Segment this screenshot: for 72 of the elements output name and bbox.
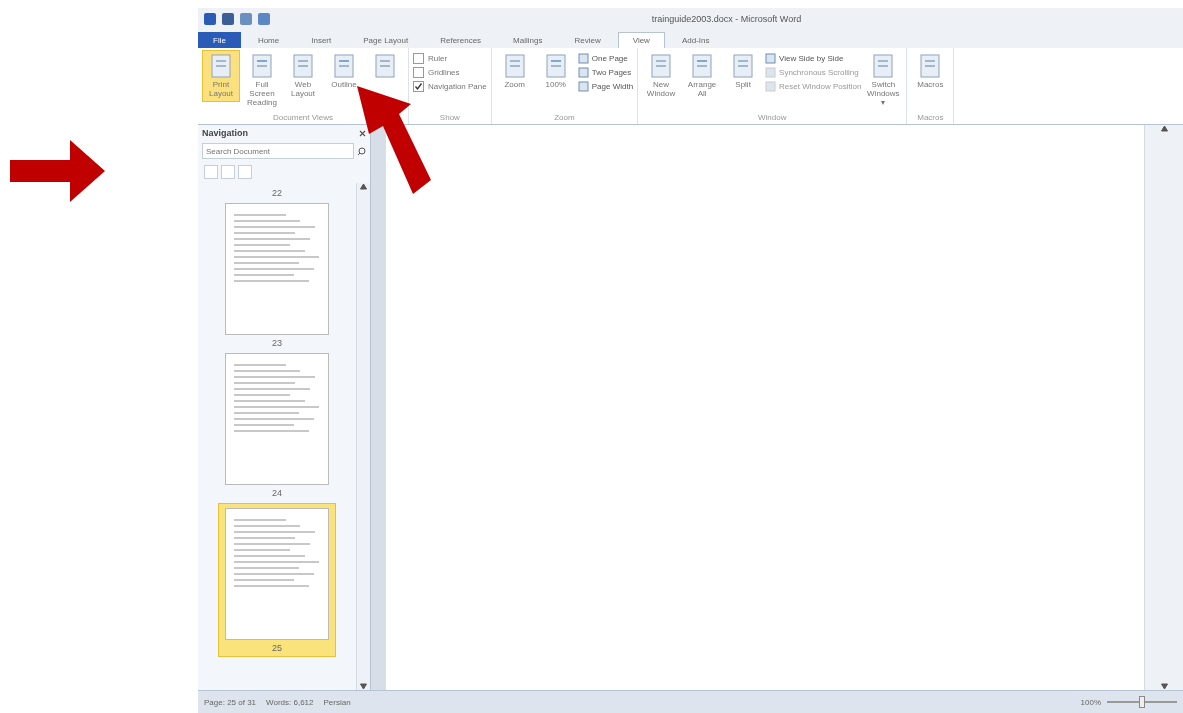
page-number: 24 [272, 487, 282, 500]
pages-view-button[interactable] [221, 165, 235, 179]
checkbox-option[interactable]: Ruler [413, 53, 487, 64]
checkbox[interactable] [413, 67, 424, 78]
ribbon-button[interactable]: Split [724, 50, 763, 93]
ribbon-tab[interactable]: Mailings [498, 32, 558, 48]
window-icon [577, 81, 589, 92]
ribbon-button[interactable]: Zoom [495, 50, 534, 93]
ribbon-tab[interactable]: File [198, 32, 241, 48]
ribbon-button[interactable]: Macros [911, 50, 950, 93]
ribbon-button[interactable]: Outline [325, 50, 363, 93]
ribbon-tab[interactable]: Insert [296, 32, 347, 48]
ribbon-button[interactable]: 100% [536, 50, 575, 93]
ribbon-tab[interactable]: View [617, 32, 665, 48]
checkbox-label: Gridlines [428, 68, 460, 77]
page-number: 23 [272, 337, 282, 350]
page-icon [372, 53, 398, 79]
scroll-up-icon[interactable] [360, 183, 367, 190]
window-icon [577, 53, 589, 64]
ribbon-small-button[interactable]: Two Pages [577, 67, 634, 78]
ribbon-button[interactable]: New Window [642, 50, 681, 102]
group-label: Zoom [553, 113, 576, 124]
page-thumbnail[interactable]: 25 [218, 503, 336, 657]
ribbon-tab[interactable]: Review [559, 32, 616, 48]
window-icon [577, 67, 589, 78]
checkbox-option[interactable]: Gridlines [413, 67, 487, 78]
close-icon[interactable] [359, 129, 366, 137]
zoom-slider[interactable] [1107, 696, 1177, 708]
ribbon-tab[interactable]: Add-Ins [666, 32, 725, 48]
ribbon-tab[interactable]: References [425, 32, 497, 48]
page-number: 22 [272, 187, 282, 200]
group-label: Show [438, 113, 461, 124]
page-icon [331, 53, 357, 79]
ribbon-small-button[interactable]: View Side by Side [765, 53, 862, 64]
page-icon [290, 53, 316, 79]
scrollbar[interactable] [1144, 125, 1183, 690]
group-label: Document Views [272, 113, 334, 124]
ribbon-small-button[interactable]: One Page [577, 53, 634, 64]
page-icon [208, 53, 234, 79]
checkbox-option[interactable]: Navigation Pane [413, 81, 487, 92]
ribbon-small-button[interactable]: Page Width [577, 81, 634, 92]
group-label: Window [757, 113, 788, 124]
ribbon-button[interactable]: Full Screen Reading [243, 50, 281, 111]
ribbon-button[interactable]: Web Layout [284, 50, 322, 102]
pane-title: Navigation [202, 128, 248, 138]
ribbon-button[interactable]: Arrange All [683, 50, 722, 102]
arrow-icon [10, 140, 105, 202]
search-icon[interactable] [357, 146, 366, 156]
ribbon-button[interactable]: Switch Windows ▾ [864, 50, 903, 111]
headings-view-button[interactable] [204, 165, 218, 179]
checkbox[interactable] [413, 53, 424, 64]
page-icon [249, 53, 275, 79]
zoom-level[interactable]: 100% [1080, 697, 1101, 707]
ribbon-tab[interactable]: Page Layout [348, 32, 424, 48]
results-view-button[interactable] [238, 165, 252, 179]
scrollbar[interactable] [356, 183, 370, 690]
search-field[interactable]: Search Document [202, 143, 354, 159]
window-icon [765, 53, 777, 64]
window-icon [765, 67, 777, 78]
ribbon-button[interactable]: Print Layout [202, 50, 240, 102]
checkbox[interactable] [413, 81, 424, 92]
ribbon-tab[interactable]: Home [242, 32, 295, 48]
page-count[interactable]: Page: 25 of 31 [204, 697, 257, 707]
window-icon [765, 81, 777, 92]
slider-thumb[interactable] [1139, 696, 1145, 708]
checkbox-label: Navigation Pane [428, 82, 487, 91]
checkbox-label: Ruler [428, 54, 448, 63]
word-count[interactable]: Words: 6,612 [266, 697, 314, 707]
window-title: trainguide2003.docx - Microsoft Word [650, 14, 803, 24]
group-label: Macros [916, 113, 945, 124]
page-number: 25 [272, 642, 282, 655]
language[interactable]: Persian [323, 697, 351, 707]
